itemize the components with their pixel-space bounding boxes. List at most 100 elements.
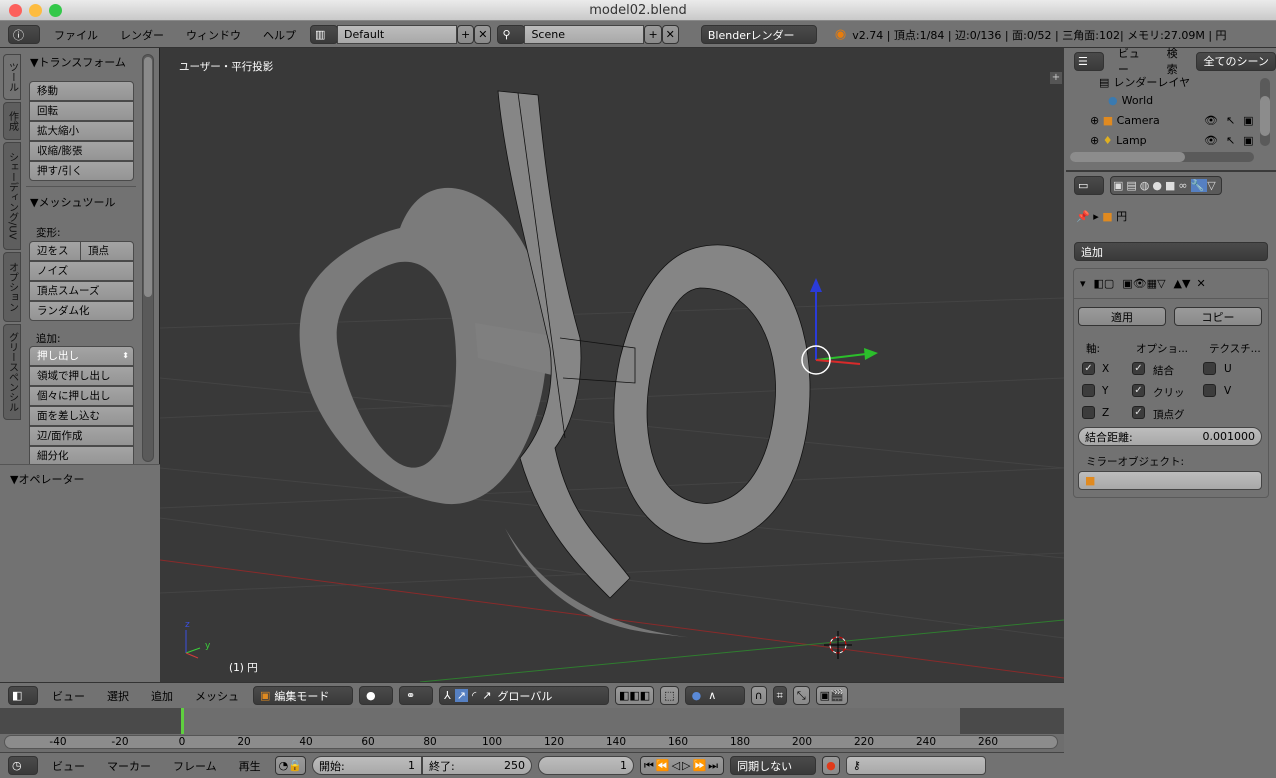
snap-element-select[interactable]: ⌗ [772,686,787,705]
timeline-type-icon[interactable]: ◷ [8,756,38,775]
copy-button[interactable]: コピー [1174,307,1262,326]
clipping-checkbox[interactable]: ✓ [1132,384,1145,397]
merge-checkbox[interactable]: ✓ [1132,362,1145,375]
timeline-menu-marker[interactable]: マーカー [99,758,159,774]
mode-select[interactable]: ▣ 編集モード [253,686,353,705]
extrude-select[interactable]: 押し出し ⬍ [29,346,134,366]
vertex-slide-button[interactable]: 頂点 [80,241,134,261]
start-frame-field[interactable]: 開始: 1 [311,756,422,775]
current-frame-indicator[interactable] [181,708,184,734]
mirror-object-field[interactable]: ■ [1078,471,1262,490]
texture-u-checkbox[interactable] [1203,362,1216,375]
rotate-manipulator-icon[interactable]: ◜ [472,689,476,702]
viewport-shading-select[interactable]: ● [359,686,393,705]
outliner-item-world[interactable]: ● World [1108,94,1153,107]
tab-shading-uv[interactable]: シェーディング/UV [3,142,21,250]
render-opengl-icon[interactable]: ▣🎬 [815,686,848,705]
delete-layout-button[interactable]: ✕ [474,25,492,44]
delete-scene-button[interactable]: ✕ [661,25,679,44]
add-scene-button[interactable]: + [644,25,662,44]
outliner-type-icon[interactable]: ☰ [1074,51,1104,71]
lamp-visibility-icons[interactable]: 👁↖▣ [1204,134,1262,147]
texture-v-checkbox[interactable] [1203,384,1216,397]
gizmo-y-arrowhead[interactable] [864,348,878,360]
menu-render[interactable]: レンダー [112,27,172,43]
snap-toggle-icon[interactable]: ∩ [750,686,767,705]
edge-slide-button[interactable]: 辺をス [29,241,81,261]
tab-create[interactable]: 作成 [3,102,21,140]
modifier-visibility-icons[interactable]: ▣👁▦▽ [1122,277,1165,290]
merge-distance-field[interactable]: 結合距離: 0.001000 [1078,427,1262,446]
scale-manipulator-icon[interactable]: ↗ [482,689,491,702]
toggle-properties-button[interactable]: + [1050,72,1062,84]
axis-y-checkbox[interactable] [1082,384,1095,397]
properties-context-tabs[interactable]: ▣▤◍●■∞ 🔧 ▽ [1110,175,1222,195]
outliner-item-camera[interactable]: ⊕ ■ Camera [1090,114,1160,127]
expand-icon[interactable]: ⊕ [1090,114,1103,127]
collapse-icon[interactable]: ▾ [1080,277,1086,290]
push-pull-button[interactable]: 押す/引く [29,161,134,181]
proportional-edit-select[interactable]: ● ∧ [684,686,745,705]
add-modifier-select[interactable]: 追加 [1074,242,1268,261]
mesh-tools-panel-header[interactable]: ▼メッシュツール [30,194,115,210]
timeline-menu-frame[interactable]: フレーム [165,758,225,774]
inset-faces-button[interactable]: 面を差し込む [29,406,134,426]
subdivide-button[interactable]: 細分化 [29,446,134,466]
smooth-vertex-button[interactable]: 頂点スムーズ [29,281,134,301]
gizmo-y-arrow[interactable] [815,353,867,361]
operator-panel-header[interactable]: ▼オペレーター [10,471,84,487]
extrude-individual-button[interactable]: 個々に押し出し [29,386,134,406]
noise-button[interactable]: ノイズ [29,261,134,281]
occlude-geometry-button[interactable]: ⬚ [660,686,679,705]
select-mode-buttons[interactable]: ◧◧◧ [615,686,655,705]
manipulator-group[interactable]: ⅄ ↗ ◜ ↗ グローバル [439,686,609,705]
close-window-button[interactable] [9,4,22,17]
menu-file[interactable]: ファイル [46,27,106,43]
expand-icon[interactable]: ⊕ [1090,134,1103,147]
outliner-menu-view[interactable]: ビュー [1110,45,1159,77]
timeline[interactable]: -40 -20 0 20 40 60 80 100 120 140 160 180 200 220 240 2… [0,708,1064,752]
outliner-hscrollbar[interactable] [1070,152,1254,162]
axis-z-checkbox[interactable] [1082,406,1095,419]
scene-field[interactable]: Scene [524,25,645,44]
layout-field[interactable]: Default [337,25,457,44]
add-layout-button[interactable]: + [457,25,475,44]
remove-modifier-icon[interactable]: ✕ [1196,277,1205,290]
3d-viewport[interactable]: ユーザー・平行投影 z y (1) 円 + [160,48,1064,682]
scene-icon[interactable]: ⚲ [497,25,526,44]
pin-icon[interactable]: 📌 [1076,210,1090,223]
translate-button[interactable]: 移動 [29,81,134,101]
timeline-menu-playback[interactable]: 再生 [231,758,269,774]
modifier-tab-wrench-icon[interactable]: 🔧 [1190,178,1208,192]
view3d-menu-mesh[interactable]: メッシュ [187,688,247,704]
zoom-window-button[interactable] [49,4,62,17]
make-edge-face-button[interactable]: 辺/面作成 [29,426,134,446]
render-engine-select[interactable]: Blenderレンダー [700,25,817,44]
end-frame-field[interactable]: 終了: 250 [421,756,532,775]
move-modifier-buttons[interactable]: ▲▼ [1174,277,1191,290]
pivot-select[interactable]: ⚭ [399,686,433,705]
manipulator-toggle-icon[interactable]: ⅄ [444,689,451,702]
tab-options[interactable]: オプション [3,252,21,322]
timeline-scrollbar[interactable] [4,735,1058,749]
record-button[interactable]: ● [822,756,840,775]
outliner-item-render-layers[interactable]: ▤ レンダーレイヤ [1099,74,1190,90]
timeline-menu-view[interactable]: ビュー [44,758,93,774]
current-frame-field[interactable]: 1 [537,756,634,775]
layout-icon[interactable]: ▥ [310,25,338,44]
view3d-menu-add[interactable]: 追加 [143,688,181,704]
view3d-menu-select[interactable]: 選択 [99,688,137,704]
gizmo-x-arrow[interactable] [815,359,861,365]
properties-type-icon[interactable]: ▭ [1074,175,1104,195]
camera-visibility-icons[interactable]: 👁↖▣ [1204,114,1262,127]
tab-tools[interactable]: ツール [3,54,21,100]
apply-button[interactable]: 適用 [1078,307,1166,326]
shrink-fatten-button[interactable]: 収縮/膨張 [29,141,134,161]
menu-help[interactable]: ヘルプ [255,27,304,43]
randomize-button[interactable]: ランダム化 [29,301,134,321]
extrude-region-button[interactable]: 領域で押し出し [29,366,134,386]
transform-panel-header[interactable]: ▼トランスフォーム [30,54,126,70]
playback-controls[interactable]: ⏮⏪◁▷⏩⏭ [639,756,725,775]
outliner-vscrollbar[interactable] [1260,78,1270,146]
snap-target-icon[interactable]: ⤡ [792,686,810,705]
